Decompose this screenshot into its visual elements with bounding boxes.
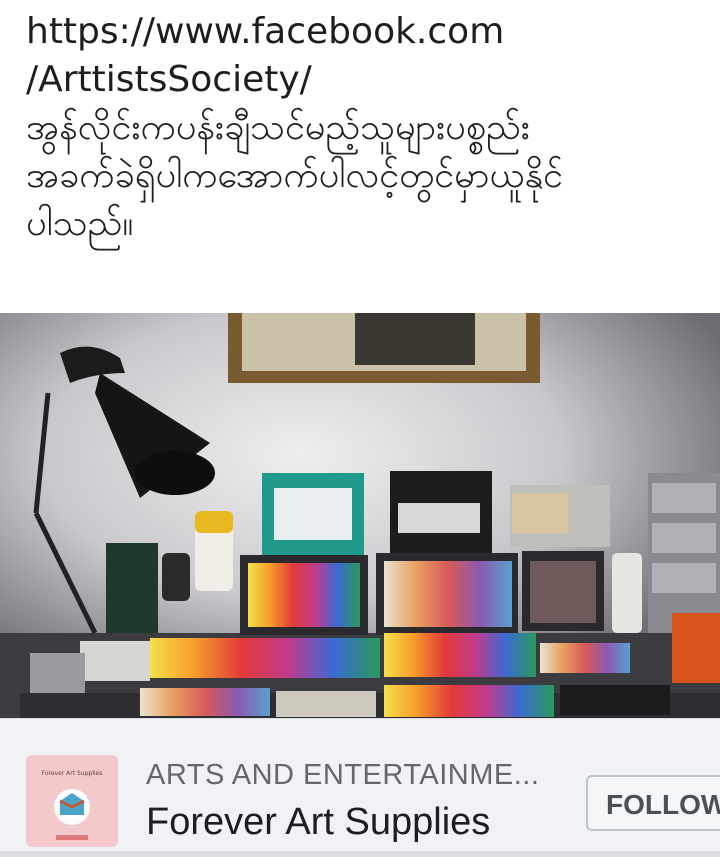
post-text: https://www.facebook.com /ArttistsSociet… [26, 8, 706, 248]
logo-text: Forever Art Supplies [41, 770, 103, 777]
link-preview-card[interactable]: Forever Art Supplies ARTS AND ENTERTAINM… [0, 718, 720, 857]
page-logo[interactable]: Forever Art Supplies [26, 755, 118, 847]
follow-button[interactable]: FOLLOW [586, 775, 720, 831]
post-photo[interactable] [0, 313, 720, 718]
store-logo-icon [26, 755, 118, 847]
page-name-link[interactable]: Forever Art Supplies [146, 801, 490, 844]
divider [0, 851, 720, 857]
post-line-3: အွန်လိုင်းကပန်းချီသင်မည့်သူများပစ္စည်း [26, 107, 530, 148]
page-category: ARTS AND ENTERTAINME... [146, 759, 540, 791]
post-line-4: အခက်ခဲရှိပါကအောက်ပါလင့်တွင်မှာယူနိုင် [26, 155, 564, 196]
post-line-url-2[interactable]: /ArttistsSociety/ [26, 56, 706, 104]
post-line-5: ပါသည်။ [26, 203, 134, 244]
post-line-url-1[interactable]: https://www.facebook.com [26, 8, 706, 56]
art-supplies-photo [0, 313, 720, 718]
